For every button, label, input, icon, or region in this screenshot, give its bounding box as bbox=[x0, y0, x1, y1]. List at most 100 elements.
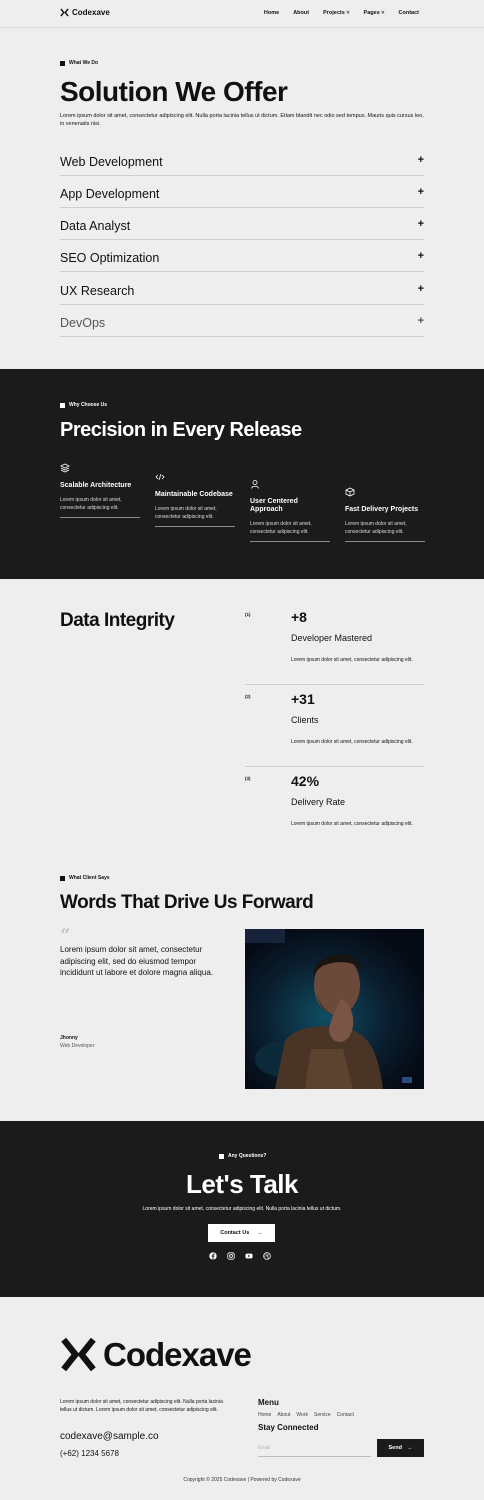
stat-divider bbox=[245, 766, 424, 767]
feature-title: User Centered Approach bbox=[250, 498, 298, 513]
accordion-label: SEO Optimization bbox=[60, 251, 160, 265]
social-links bbox=[209, 1252, 271, 1260]
square-bullet-icon bbox=[60, 60, 65, 66]
stat-caption: Clients bbox=[291, 715, 319, 725]
arrow-right-icon: → bbox=[406, 1445, 413, 1451]
footer-menu-title: Menu bbox=[258, 1398, 279, 1407]
stat-caption: Developer Mastered bbox=[291, 633, 373, 643]
feature-desc: Lorem ipsum dolor sit amet, consectetur … bbox=[155, 506, 217, 520]
services-eyebrow: What We Do bbox=[60, 60, 98, 66]
accordion-item-seo-optimization[interactable]: SEO Optimization + bbox=[60, 240, 424, 272]
stat-desc: Lorem ipsum dolor sit amet, consectetur … bbox=[291, 739, 413, 745]
testimonial-photo bbox=[245, 929, 424, 1089]
cta-eyebrow-text: Any Questions? bbox=[228, 1153, 267, 1159]
footer-link-contact[interactable]: Contact bbox=[337, 1412, 354, 1418]
cta-section: Any Questions? Let's Talk Lorem ipsum do… bbox=[0, 1121, 484, 1297]
copyright: Copyright © 2025 Codexave | Powered by C… bbox=[183, 1477, 301, 1483]
integrity-title: Data Integrity bbox=[60, 610, 175, 631]
instagram-icon[interactable] bbox=[227, 1252, 235, 1260]
footer-phone[interactable]: (+62) 1234 5678 bbox=[60, 1449, 119, 1458]
plus-icon: + bbox=[417, 218, 424, 230]
cta-eyebrow: Any Questions? bbox=[219, 1153, 266, 1159]
facebook-icon[interactable] bbox=[209, 1252, 217, 1260]
accordion-label: DevOps bbox=[60, 316, 106, 330]
testimonial-author: Jhonny bbox=[60, 1035, 78, 1041]
services-eyebrow-text: What We Do bbox=[69, 60, 99, 66]
newsletter-email-input[interactable] bbox=[258, 1439, 371, 1457]
nav-home[interactable]: Home bbox=[264, 10, 279, 16]
square-bullet-icon bbox=[60, 875, 65, 881]
feature-divider bbox=[60, 517, 140, 518]
accordion-item-ux-research[interactable]: UX Research + bbox=[60, 273, 424, 305]
nav-projects[interactable]: Projects ˅ bbox=[323, 10, 349, 16]
services-title: Solution We Offer bbox=[60, 76, 288, 107]
feature-desc: Lorem ipsum dolor sit amet, consectetur … bbox=[250, 521, 312, 535]
accordion-item-web-development[interactable]: Web Development + bbox=[60, 144, 424, 176]
stat-divider bbox=[245, 684, 424, 685]
feature-title: Fast Delivery Projects bbox=[345, 506, 419, 513]
stat-index: (2) bbox=[245, 694, 251, 699]
dribbble-icon[interactable] bbox=[263, 1252, 271, 1260]
testimonial-role: Web Developer bbox=[60, 1043, 95, 1049]
footer-link-service[interactable]: Service bbox=[314, 1412, 331, 1418]
footer-menu: Home About Work Service Contact bbox=[258, 1412, 354, 1418]
contact-us-button[interactable]: Contact Us → bbox=[208, 1224, 275, 1242]
footer-brand-name: Codexave bbox=[103, 1336, 252, 1373]
stat-desc: Lorem ipsum dolor sit amet, consectetur … bbox=[291, 657, 413, 663]
accordion-item-devops[interactable]: DevOps + bbox=[60, 305, 424, 337]
footer-link-about[interactable]: About bbox=[277, 1412, 290, 1418]
why-section: Why Choose Us Precision in Every Release… bbox=[0, 369, 484, 579]
nav-about[interactable]: About bbox=[293, 10, 309, 16]
stay-connected-title: Stay Connected bbox=[258, 1423, 319, 1432]
feature-card: User Centered Approach Lorem ipsum dolor… bbox=[250, 479, 330, 542]
accordion-label: App Development bbox=[60, 187, 160, 201]
stat-caption: Delivery Rate bbox=[291, 797, 346, 807]
feature-desc: Lorem ipsum dolor sit amet, consectetur … bbox=[60, 497, 122, 511]
accordion-item-app-development[interactable]: App Development + bbox=[60, 176, 424, 208]
footer-link-home[interactable]: Home bbox=[258, 1412, 271, 1418]
user-icon bbox=[251, 480, 259, 489]
stat-value: 42% bbox=[291, 773, 320, 789]
testimonial-eyebrow: What Client Says bbox=[60, 875, 110, 881]
brand-name: Codexave bbox=[72, 8, 110, 17]
nav-pages-label: Pages bbox=[363, 10, 380, 16]
stat-index: (1) bbox=[245, 612, 251, 617]
plus-icon: + bbox=[417, 186, 424, 198]
feature-divider bbox=[250, 541, 330, 542]
accordion-label: UX Research bbox=[60, 284, 135, 298]
nav-projects-label: Projects bbox=[323, 10, 345, 16]
testimonial-title: Words That Drive Us Forward bbox=[60, 892, 314, 913]
code-icon bbox=[155, 473, 165, 481]
nav-contact[interactable]: Contact bbox=[399, 10, 419, 16]
testimonial-quote: Lorem ipsum dolor sit amet, consectetur … bbox=[60, 945, 213, 977]
send-button[interactable]: Send → bbox=[377, 1439, 424, 1457]
accordion-item-data-analyst[interactable]: Data Analyst + bbox=[60, 208, 424, 240]
nav-pages[interactable]: Pages ˅ bbox=[364, 10, 385, 16]
plus-icon: + bbox=[417, 283, 424, 295]
footer-description: Lorem ipsum dolor sit amet, consectetur … bbox=[60, 1399, 223, 1413]
feature-divider bbox=[345, 541, 425, 542]
footer-brand[interactable]: Codexave bbox=[60, 1336, 252, 1373]
contact-us-label: Contact Us bbox=[220, 1230, 250, 1236]
plus-icon: + bbox=[417, 315, 424, 327]
stat-value: +8 bbox=[291, 609, 307, 625]
cta-title: Let's Talk bbox=[186, 1169, 298, 1199]
brand-logo[interactable]: Codexave bbox=[60, 8, 110, 17]
testimonial-eyebrow-text: What Client Says bbox=[69, 875, 110, 881]
cta-description: Lorem ipsum dolor sit amet, consectetur … bbox=[142, 1206, 342, 1212]
services-description: Lorem ipsum dolor sit amet, consectetur … bbox=[60, 113, 424, 127]
youtube-icon[interactable] bbox=[245, 1252, 253, 1260]
box-icon bbox=[345, 487, 355, 497]
why-eyebrow-text: Why Choose Us bbox=[69, 402, 108, 408]
footer-email[interactable]: codexave@sample.co bbox=[60, 1431, 159, 1442]
feature-card: Fast Delivery Projects Lorem ipsum dolor… bbox=[345, 487, 425, 542]
arrow-right-icon: → bbox=[257, 1230, 263, 1236]
why-title: Precision in Every Release bbox=[60, 419, 302, 441]
plus-icon: + bbox=[417, 154, 424, 166]
x-logo-icon bbox=[60, 8, 69, 17]
accordion-label: Data Analyst bbox=[60, 219, 131, 233]
square-bullet-icon bbox=[60, 402, 65, 408]
feature-divider bbox=[155, 526, 235, 527]
stat-desc: Lorem ipsum dolor sit amet, consectetur … bbox=[291, 821, 413, 827]
footer-link-work[interactable]: Work bbox=[296, 1412, 308, 1418]
